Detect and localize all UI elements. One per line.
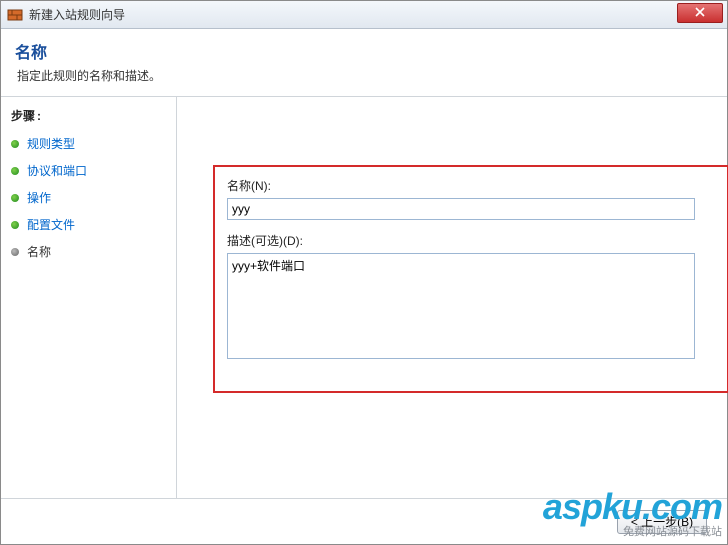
steps-heading-text: 步骤: [11, 107, 35, 124]
step-label: 协议和端口: [27, 162, 87, 179]
step-protocol-ports[interactable]: 协议和端口: [1, 157, 176, 184]
steps-sidebar: 步骤: 规则类型 协议和端口 操作 配置文件 名称: [1, 97, 177, 498]
titlebar: 新建入站规则向导: [1, 1, 727, 29]
step-profile[interactable]: 配置文件: [1, 211, 176, 238]
steps-heading-colon: :: [37, 109, 41, 123]
step-label: 配置文件: [27, 216, 75, 233]
firewall-icon: [7, 7, 23, 23]
close-button[interactable]: [677, 3, 723, 23]
back-button[interactable]: < 上一步(B): [617, 510, 707, 534]
step-label: 名称: [27, 243, 51, 260]
step-name[interactable]: 名称: [1, 238, 176, 265]
bullet-icon: [11, 140, 19, 148]
window-title: 新建入站规则向导: [29, 6, 125, 23]
bullet-icon: [11, 221, 19, 229]
name-label: 名称(N):: [227, 177, 717, 194]
wizard-content: 名称(N): 描述(可选)(D):: [177, 97, 727, 498]
description-label: 描述(可选)(D):: [227, 232, 717, 249]
page-title: 名称: [15, 39, 713, 63]
bullet-icon: [11, 194, 19, 202]
wizard-window: 新建入站规则向导 名称 指定此规则的名称和描述。 步骤: 规则类型 协议和端口: [0, 0, 728, 545]
step-rule-type[interactable]: 规则类型: [1, 130, 176, 157]
name-input[interactable]: [227, 198, 695, 220]
bullet-icon: [11, 248, 19, 256]
steps-heading: 步骤:: [1, 103, 176, 130]
step-label: 操作: [27, 189, 51, 206]
description-input[interactable]: [227, 253, 695, 359]
close-icon: [695, 6, 705, 20]
wizard-footer: < 上一步(B): [1, 498, 727, 544]
bullet-icon: [11, 167, 19, 175]
step-label: 规则类型: [27, 135, 75, 152]
page-subtitle: 指定此规则的名称和描述。: [17, 67, 713, 84]
wizard-header: 名称 指定此规则的名称和描述。: [1, 29, 727, 97]
step-action[interactable]: 操作: [1, 184, 176, 211]
wizard-body: 步骤: 规则类型 协议和端口 操作 配置文件 名称: [1, 97, 727, 498]
form-area: 名称(N): 描述(可选)(D):: [227, 177, 717, 362]
